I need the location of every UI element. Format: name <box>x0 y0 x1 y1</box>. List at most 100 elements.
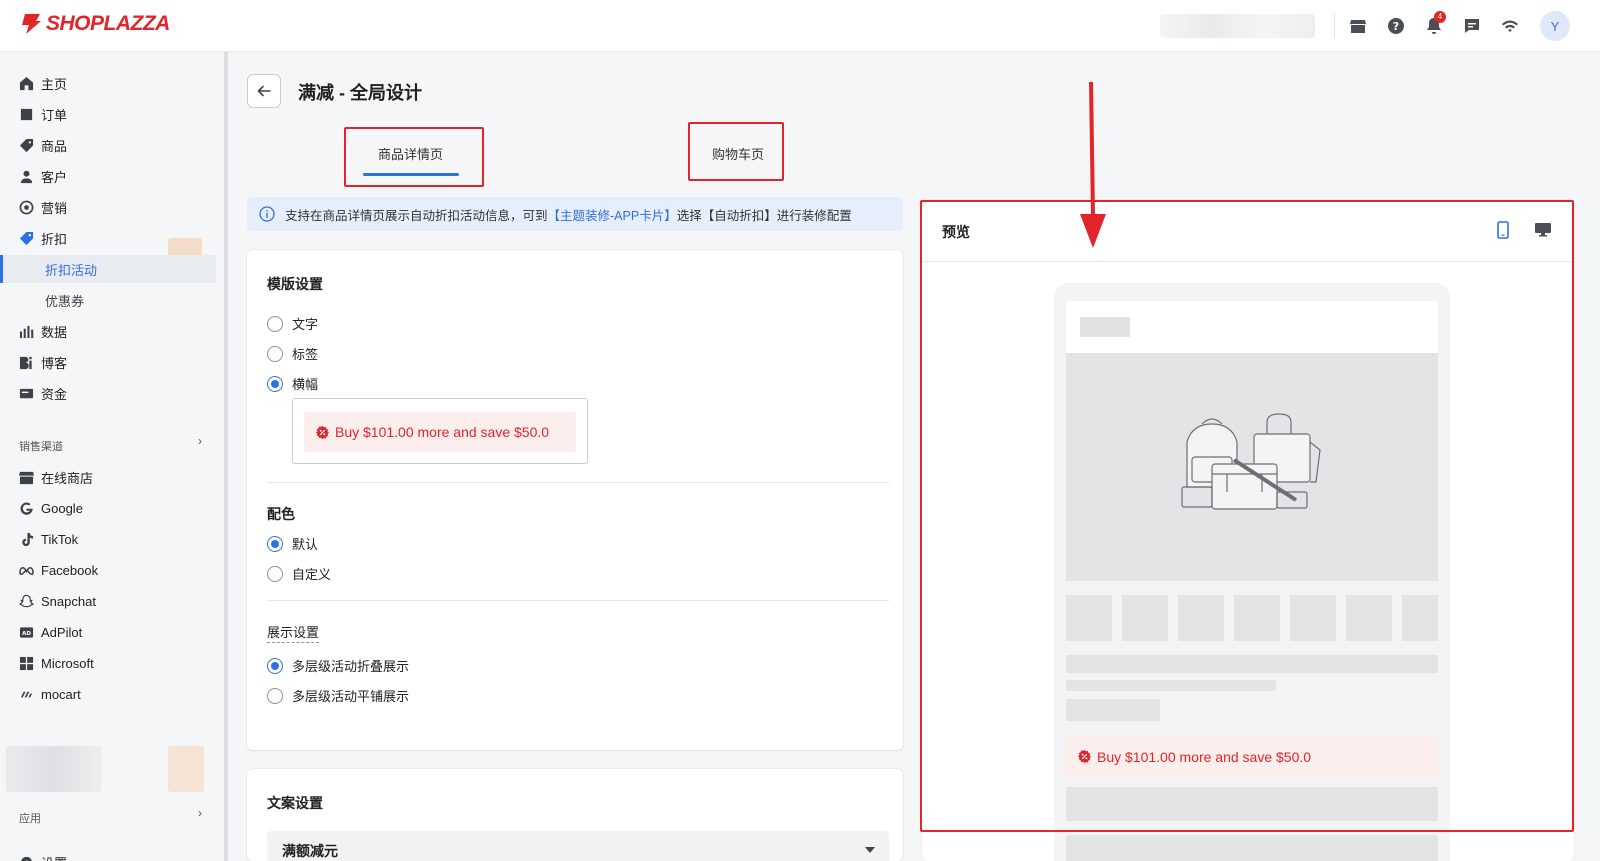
adpilot-icon: AD <box>18 624 34 640</box>
sidebar-scrollbar[interactable] <box>224 52 228 861</box>
radio-tag[interactable]: 标签 <box>267 344 318 363</box>
copy-settings-card: 文案设置 满额减元 <box>247 769 903 861</box>
orders-icon <box>18 106 34 122</box>
sidebar-item-customers[interactable]: 客户 <box>0 162 216 190</box>
radio-circle-checked <box>267 375 283 392</box>
tab-cart-page[interactable]: 购物车页 <box>712 144 764 163</box>
sidebar-item-facebook[interactable]: Facebook <box>0 556 216 584</box>
shoplazza-logo[interactable]: SHOPLAZZA <box>20 12 170 36</box>
sidebar-item-snapchat[interactable]: Snapchat <box>0 587 216 615</box>
sidebar-item-microsoft[interactable]: Microsoft <box>0 649 216 677</box>
radio-label: 多层级活动折叠展示 <box>292 659 410 674</box>
sales-channels-label: 销售渠道 <box>19 441 63 453</box>
apps-chevron-icon[interactable]: › <box>198 806 202 820</box>
sidebar-item-mocart[interactable]: mocart <box>0 680 216 708</box>
help-icon[interactable]: ? <box>1386 16 1406 36</box>
sidebar-item-settings[interactable]: 设置 <box>0 848 216 861</box>
sidebar-item-home[interactable]: 主页 <box>0 69 216 97</box>
sidebar-item-online-store[interactable]: 在线商店 <box>0 463 216 491</box>
discount-badge-icon <box>1078 750 1091 763</box>
sidebar-item-label: 折扣活动 <box>45 262 98 278</box>
tag-icon <box>18 137 34 153</box>
sidebar-item-tiktok[interactable]: TikTok <box>0 525 216 553</box>
mock-title-bar <box>1066 655 1438 673</box>
mobile-view-icon[interactable] <box>1495 221 1511 239</box>
mock-thumbnail <box>1066 595 1112 641</box>
mock-thumbnail <box>1178 595 1224 641</box>
svg-text:AD: AD <box>22 630 31 636</box>
radio-default-color[interactable]: 默认 <box>267 534 318 553</box>
sidebar-item-google[interactable]: Google <box>0 494 216 522</box>
discount-icon <box>18 230 34 246</box>
blurred-app-badge <box>168 746 204 792</box>
annotation-arrow-icon <box>1080 82 1106 248</box>
copy-type-select[interactable]: 满额减元 <box>267 831 889 861</box>
mock-thumbnail <box>1234 595 1280 641</box>
chart-icon <box>18 323 34 339</box>
sidebar-item-blog[interactable]: 博客 <box>0 348 216 376</box>
preview-card: 预览 Buy $101.00 more and save $50.0 <box>922 200 1574 861</box>
back-button[interactable] <box>247 74 281 108</box>
mock-thumbnail <box>1290 595 1336 641</box>
info-banner: 支持在商品详情页展示自动折扣活动信息，可到【主题装修-APP卡片】选择【自动折扣… <box>247 197 903 231</box>
sidebar-item-label: 优惠券 <box>45 293 85 309</box>
mock-button-bar <box>1066 787 1438 821</box>
sidebar-item-label: 在线商店 <box>41 470 94 486</box>
sidebar-item-label: AdPilot <box>41 624 83 640</box>
radio-banner[interactable]: 横幅 <box>267 374 318 393</box>
sidebar-item-analytics[interactable]: 数据 <box>0 317 216 345</box>
active-indicator <box>0 255 3 283</box>
sidebar-item-coupons[interactable]: 优惠券 <box>0 286 216 314</box>
snapchat-icon <box>18 593 34 609</box>
radio-circle-checked <box>267 657 283 674</box>
radio-text[interactable]: 文字 <box>267 314 318 333</box>
discount-badge-icon <box>316 425 329 439</box>
radio-label: 横幅 <box>292 377 319 392</box>
wifi-icon[interactable] <box>1500 16 1520 36</box>
marketing-icon <box>18 199 34 215</box>
user-icon <box>18 168 34 184</box>
mock-thumbnail <box>1402 595 1438 641</box>
notification-badge: 4 <box>1434 11 1446 23</box>
tab-product-detail[interactable]: 商品详情页 <box>378 144 443 163</box>
sidebar-item-label: 商品 <box>41 138 68 154</box>
template-settings-title: 模版设置 <box>267 276 323 292</box>
user-avatar[interactable]: Y <box>1540 11 1570 41</box>
sidebar-item-discount-activities[interactable]: 折扣活动 <box>0 255 216 283</box>
svg-text:?: ? <box>1393 20 1399 33</box>
sidebar-item-label: 主页 <box>41 76 68 92</box>
mock-store-header <box>1066 301 1438 353</box>
radio-custom-color[interactable]: 自定义 <box>267 564 331 583</box>
display-settings-title: 展示设置 <box>267 622 320 643</box>
sidebar-item-products[interactable]: 商品 <box>0 131 216 159</box>
sidebar-item-label: 博客 <box>41 355 68 371</box>
section-divider <box>267 482 889 483</box>
radio-tiled-display[interactable]: 多层级活动平铺展示 <box>267 686 409 705</box>
bell-icon[interactable]: 4 <box>1424 11 1446 36</box>
radio-label: 自定义 <box>292 567 332 582</box>
theme-app-card-link[interactable]: 【主题装修-APP卡片】 <box>548 209 677 223</box>
sidebar-item-orders[interactable]: 订单 <box>0 100 216 128</box>
radio-circle <box>267 315 283 332</box>
sidebar-item-label: 折扣 <box>41 231 68 247</box>
store-icon[interactable] <box>1348 16 1368 36</box>
store-name-blurred[interactable] <box>1160 14 1315 38</box>
sidebar-item-marketing[interactable]: 营销 <box>0 193 216 221</box>
preview-title: 预览 <box>942 224 970 240</box>
tiktok-icon <box>18 531 34 547</box>
sales-channels-chevron-icon[interactable]: › <box>198 434 202 448</box>
sidebar-item-finance[interactable]: 资金 <box>0 379 216 407</box>
select-value: 满额减元 <box>282 843 338 859</box>
arrow-left-icon <box>257 85 271 97</box>
promo-text: Buy $101.00 more and save $50.0 <box>335 424 550 440</box>
microsoft-icon <box>18 655 34 671</box>
copy-settings-title: 文案设置 <box>267 795 323 811</box>
color-settings-title: 配色 <box>267 506 295 522</box>
top-bar: SHOPLAZZA ? 4 Y <box>0 0 1600 52</box>
desktop-view-icon[interactable] <box>1534 222 1552 238</box>
radio-collapsed-display[interactable]: 多层级活动折叠展示 <box>267 656 409 675</box>
chat-icon[interactable] <box>1462 16 1482 36</box>
radio-label: 默认 <box>292 537 319 552</box>
sidebar-item-label: 客户 <box>41 169 68 185</box>
sidebar-item-adpilot[interactable]: AD AdPilot <box>0 618 216 646</box>
